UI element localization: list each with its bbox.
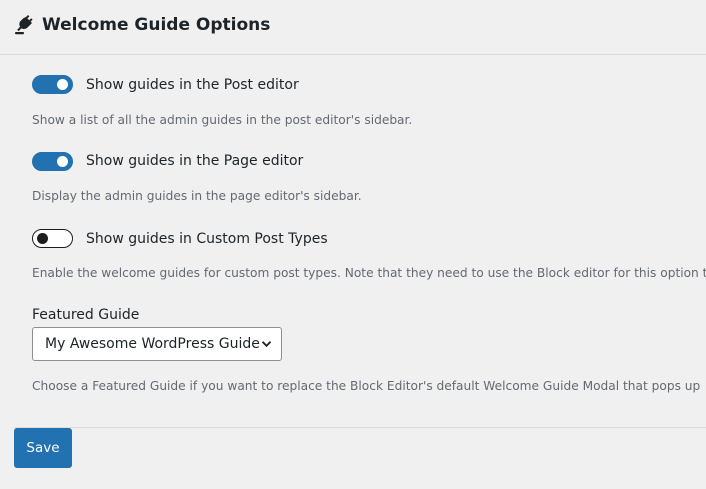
page-editor-guides-help: Display the admin guides in the page edi… — [32, 189, 362, 203]
featured-guide-selected-value: My Awesome WordPress Guide — [45, 336, 260, 352]
custom-post-types-guides-help: Enable the welcome guides for custom pos… — [32, 266, 706, 280]
footer-divider — [14, 427, 706, 428]
page-title: Welcome Guide Options — [42, 15, 271, 35]
page-editor-guides-toggle[interactable] — [32, 152, 73, 171]
featured-guide-help: Choose a Featured Guide if you want to r… — [32, 379, 701, 393]
toggle-knob — [57, 156, 68, 167]
page-editor-guides-label: Show guides in the Page editor — [86, 153, 304, 169]
plugin-icon — [15, 15, 33, 35]
custom-post-types-guides-toggle[interactable] — [32, 229, 73, 248]
save-button[interactable]: Save — [14, 428, 72, 468]
chevron-down-icon — [261, 341, 272, 348]
custom-post-types-guides-label: Show guides in Custom Post Types — [86, 231, 328, 247]
featured-guide-select[interactable]: My Awesome WordPress Guide — [32, 327, 282, 361]
toggle-knob — [57, 79, 68, 90]
post-editor-guides-toggle[interactable] — [32, 75, 73, 94]
toggle-knob — [37, 232, 48, 244]
post-editor-guides-help: Show a list of all the admin guides in t… — [32, 113, 413, 127]
settings-header: Welcome Guide Options — [0, 0, 706, 55]
featured-guide-label: Featured Guide — [32, 307, 140, 323]
post-editor-guides-label: Show guides in the Post editor — [86, 77, 299, 93]
